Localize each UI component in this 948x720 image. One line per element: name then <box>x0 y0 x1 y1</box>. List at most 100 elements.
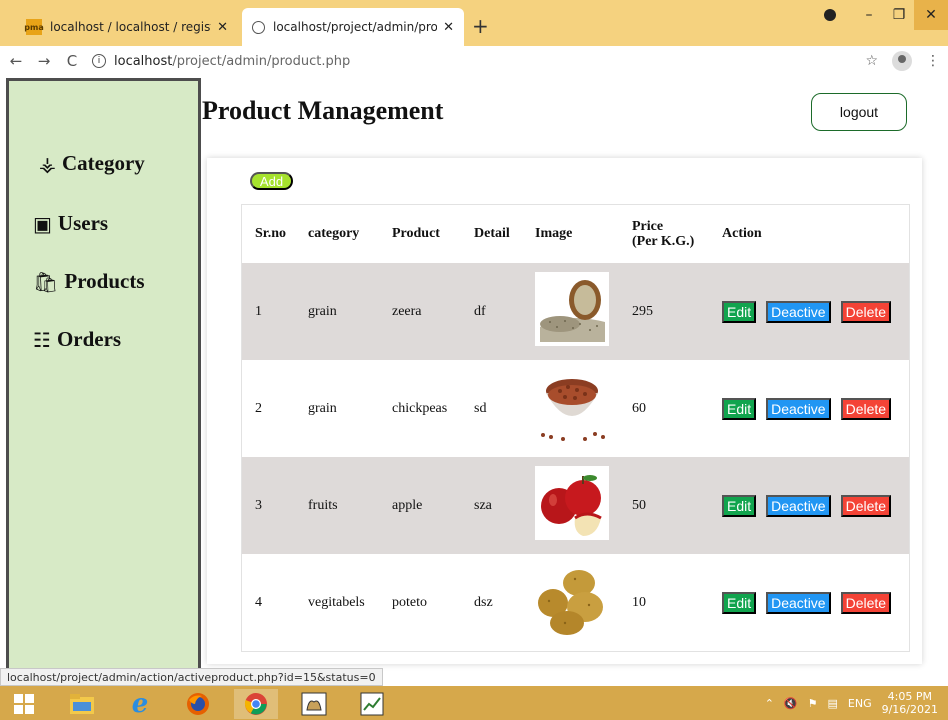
taskbar-app-cat[interactable] <box>292 689 336 719</box>
cell-price: 10 <box>632 594 646 610</box>
volume-muted-icon[interactable]: 🔇 <box>784 697 798 710</box>
cell-product: chickpeas <box>392 400 448 416</box>
delete-button[interactable]: Delete <box>840 494 892 517</box>
column-header-price: Price (Per K.G.) <box>632 219 694 249</box>
taskbar-app-chart[interactable] <box>350 689 394 719</box>
network-icon[interactable]: ▤ <box>827 697 837 710</box>
address-bar[interactable]: i localhost/project/admin/product.php <box>92 49 851 73</box>
reload-icon[interactable]: C <box>60 52 84 70</box>
record-icon[interactable] <box>824 9 836 21</box>
products-icon: 🛍 <box>33 269 59 294</box>
minimize-icon[interactable]: – <box>854 7 884 23</box>
close-icon[interactable]: ✕ <box>443 20 454 35</box>
cell-sr: 4 <box>255 594 262 610</box>
delete-button[interactable]: Delete <box>840 591 892 614</box>
menu-dots-icon[interactable]: ⋮ <box>926 53 940 69</box>
add-product-button[interactable]: Add <box>250 172 293 190</box>
url-host: localhost <box>114 53 173 69</box>
cell-actions: Edit Deactive Delete <box>722 494 892 517</box>
cell-product: poteto <box>392 594 427 610</box>
internet-explorer-icon: e <box>131 689 149 719</box>
cell-price: 295 <box>632 303 653 319</box>
new-tab-button[interactable]: + <box>472 14 489 38</box>
column-header-action: Action <box>722 226 762 241</box>
delete-button[interactable]: Delete <box>840 397 892 420</box>
back-icon[interactable]: ← <box>4 52 28 70</box>
tab-product[interactable]: localhost/project/admin/product ✕ <box>242 8 464 46</box>
product-table: Sr.no category Product Detail Image Pric… <box>241 204 910 652</box>
restore-icon[interactable]: ❐ <box>884 7 914 23</box>
cell-category: grain <box>308 303 337 319</box>
cell-price: 50 <box>632 497 646 513</box>
taskbar-file-explorer[interactable] <box>60 689 104 719</box>
url-path: /project/admin/product.php <box>172 53 351 69</box>
chart-app-icon <box>360 692 384 716</box>
product-card: Add Sr.no category Product Detail Image … <box>207 158 922 664</box>
cell-actions: Edit Deactive Delete <box>722 397 892 420</box>
info-icon[interactable]: i <box>92 54 106 68</box>
close-icon[interactable]: ✕ <box>217 20 228 35</box>
start-button[interactable] <box>2 689 46 719</box>
table-header-row: Sr.no category Product Detail Image Pric… <box>242 205 909 263</box>
price-header-line2: (Per K.G.) <box>632 234 695 249</box>
orders-icon: ☷ <box>33 327 51 352</box>
taskbar-chrome[interactable] <box>234 689 278 719</box>
cell-product: apple <box>392 497 423 513</box>
window-controls: – ❐ ✕ <box>824 0 948 30</box>
flag-icon[interactable]: ⚑ <box>808 697 818 710</box>
edit-button[interactable]: Edit <box>722 397 757 420</box>
sidebar-item-users[interactable]: ▣ Users <box>33 211 108 236</box>
globe-icon <box>252 20 265 34</box>
sidebar-item-orders[interactable]: ☷ Orders <box>33 327 121 352</box>
cell-sr: 3 <box>255 497 262 513</box>
tab-title: localhost / localhost / register / s <box>50 20 211 34</box>
column-header-category: category <box>308 226 360 241</box>
page-title: Product Management <box>202 96 444 125</box>
browser-tab-strip: pma localhost / localhost / register / s… <box>0 0 948 46</box>
clock-date: 9/16/2021 <box>881 703 938 716</box>
sidebar: ⚶ Category ▣ Users 🛍 Products ☷ Orders <box>6 78 201 686</box>
firefox-icon <box>187 693 209 715</box>
sidebar-item-label: Category <box>62 151 145 175</box>
deactive-button[interactable]: Deactive <box>766 591 831 614</box>
taskbar-ie[interactable]: e <box>118 689 162 719</box>
delete-button[interactable]: Delete <box>840 300 892 323</box>
cell-price: 60 <box>632 400 646 416</box>
deactive-button[interactable]: Deactive <box>766 494 831 517</box>
chrome-icon <box>244 693 267 715</box>
bookmark-star-icon[interactable]: ☆ <box>865 53 878 69</box>
sidebar-item-label: Orders <box>56 327 122 351</box>
table-row: 1 grain zeera df 295 Edit Deactive Delet… <box>242 263 909 360</box>
deactive-button[interactable]: Deactive <box>766 300 831 323</box>
language-indicator[interactable]: ENG <box>848 697 872 710</box>
forward-icon[interactable]: → <box>32 52 56 70</box>
column-header-product: Product <box>392 226 440 241</box>
cell-category: vegitabels <box>308 594 365 610</box>
edit-button[interactable]: Edit <box>722 591 757 614</box>
profile-icon[interactable] <box>892 51 912 71</box>
windows-logo-icon <box>14 694 34 714</box>
sidebar-item-category[interactable]: ⚶ Category <box>39 151 145 176</box>
product-image-cumin <box>535 272 609 351</box>
table-row: 2 grain chickpeas sd 60 Edit Deactive De… <box>242 360 909 457</box>
clock[interactable]: 4:05 PM 9/16/2021 <box>882 690 938 716</box>
cell-detail: sd <box>474 400 487 416</box>
tab-phpmyadmin[interactable]: pma localhost / localhost / register / s… <box>16 8 238 46</box>
deactive-button[interactable]: Deactive <box>766 397 831 420</box>
cell-category: fruits <box>308 497 338 513</box>
users-icon: ▣ <box>33 211 52 236</box>
phpmyadmin-icon: pma <box>24 19 44 35</box>
clock-time: 4:05 PM <box>887 690 932 703</box>
cat-app-icon <box>301 692 327 716</box>
close-window-icon[interactable]: ✕ <box>914 0 948 30</box>
tray-chevron-icon[interactable]: ⌃ <box>765 697 774 710</box>
edit-button[interactable]: Edit <box>722 494 757 517</box>
page-viewport: ⚶ Category ▣ Users 🛍 Products ☷ Orders P… <box>0 76 948 686</box>
cell-category: grain <box>308 400 337 416</box>
edit-button[interactable]: Edit <box>722 300 757 323</box>
cell-sr: 1 <box>255 303 262 319</box>
sidebar-item-products[interactable]: 🛍 Products <box>33 269 145 294</box>
cell-detail: df <box>474 303 486 319</box>
logout-button[interactable]: logout <box>811 93 907 131</box>
taskbar-firefox[interactable] <box>176 689 220 719</box>
